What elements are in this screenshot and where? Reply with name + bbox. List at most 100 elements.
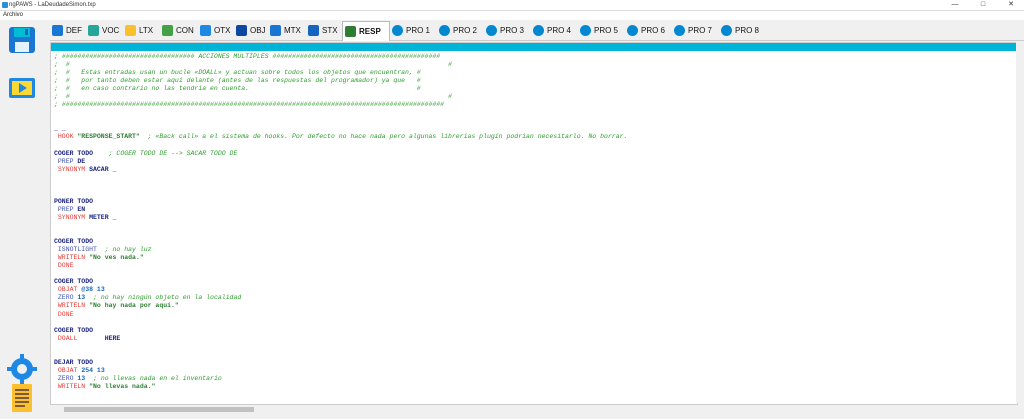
tab-pro-6[interactable]: PRO 6 [625, 22, 671, 38]
code-line: DONE [54, 311, 627, 319]
tab-pro-5[interactable]: PRO 5 [578, 22, 624, 38]
tab-label: OBJ [250, 25, 266, 35]
code-token: ; ################################## ACC… [54, 53, 441, 60]
gear-icon [721, 24, 732, 36]
tab-pro-2[interactable]: PRO 2 [437, 22, 483, 38]
code-line: DONE [54, 262, 627, 270]
tab-pro-7[interactable]: PRO 7 [672, 22, 718, 38]
window-title: ngPAWS - LaDeudadeSimon.txp [9, 2, 96, 8]
code-lines: ; ################################## ACC… [54, 53, 627, 391]
horizontal-scroll-thumb[interactable] [64, 407, 254, 412]
run-icon[interactable] [6, 72, 38, 104]
tab-def[interactable]: DEF [50, 22, 84, 38]
code-token: OBJAT [54, 286, 82, 294]
tab-stx[interactable]: STX [306, 22, 341, 38]
code-line: ; ################################## ACC… [54, 53, 627, 61]
close-button[interactable]: ✕ [1000, 0, 1022, 10]
tab-label: CON [176, 25, 194, 35]
tab-label: MTX [284, 25, 301, 35]
tab-label: PRO 4 [547, 25, 572, 35]
tab-label: OTX [214, 25, 231, 35]
code-token: EN [77, 205, 86, 213]
tab-mtx[interactable]: MTX [268, 22, 305, 38]
code-token: HERE [104, 334, 121, 342]
editor-accent-bar [51, 43, 1017, 51]
code-token: ; COGER TODO DE --> SACAR TODO DE [93, 149, 238, 157]
code-token: DONE [54, 310, 74, 318]
code-line: ISNOTLIGHT ; no hay luz [54, 246, 627, 254]
code-line: ; # # [54, 93, 627, 101]
code-line: ; # por tanto deben estar aqui delante (… [54, 77, 627, 85]
code-line: PREP DE [54, 158, 627, 166]
tab-label: LTX [139, 25, 154, 35]
code-line: OBJAT 254 13 [54, 367, 627, 375]
tab-ltx[interactable]: LTX [123, 22, 159, 38]
code-token: ; no llevas nada en el inventario [85, 374, 222, 382]
horizontal-scrollbar[interactable] [50, 404, 1016, 414]
code-token: WRITELN [54, 302, 90, 310]
code-line: SYNONYM METER _ [54, 214, 627, 222]
code-line: OBJAT @38 13 [54, 286, 627, 294]
code-token: ; # # [54, 61, 452, 69]
document-icon[interactable] [6, 382, 38, 414]
pen-icon [270, 24, 281, 36]
code-line: COGER TODO [54, 238, 627, 246]
globe-icon [162, 24, 173, 36]
code-token: ; # en caso contrario no las tendria en … [54, 85, 421, 93]
save-icon[interactable] [6, 24, 38, 56]
tab-resp[interactable]: RESP [342, 21, 390, 41]
code-line: WRITELN "No llevas nada." [54, 383, 627, 391]
code-token: DOALL [54, 334, 105, 342]
code-token: ; ######################################… [54, 101, 445, 109]
code-token: DONE [54, 262, 74, 270]
code-token: SYNONYM [54, 165, 90, 173]
code-line: SYNONYM SACAR _ [54, 166, 627, 174]
tab-label: PRO 1 [406, 25, 431, 35]
code-token: COGER TODO [54, 238, 94, 246]
code-token: COGER TODO [54, 326, 94, 334]
code-line: ZERO 13 ; no hay ningún objeto en la loc… [54, 294, 627, 302]
tab-con[interactable]: CON [160, 22, 197, 38]
tab-pro-4[interactable]: PRO 4 [531, 22, 577, 38]
code-token: "RESPONSE_START" [77, 133, 140, 141]
tab-label: PRO 5 [594, 25, 619, 35]
tab-otx[interactable]: OTX [198, 22, 233, 38]
menu-bar: Archivo [0, 11, 1024, 20]
code-token: SYNONYM [54, 213, 90, 221]
minimize-button[interactable]: — [944, 0, 966, 10]
code-line: ; # # [54, 61, 627, 69]
tab-label: STX [322, 25, 338, 35]
tab-pro-3[interactable]: PRO 3 [484, 22, 530, 38]
menu-archivo[interactable]: Archivo [3, 11, 23, 20]
tab-voc[interactable]: VOC [86, 22, 122, 38]
code-token: WRITELN [54, 382, 90, 390]
tab-label: VOC [102, 25, 120, 35]
tab-obj[interactable]: OBJ [234, 22, 267, 38]
gear-icon [627, 24, 638, 36]
tab-label: PRO 8 [735, 25, 760, 35]
tab-label: DEF [66, 25, 82, 35]
app-icon [2, 2, 8, 8]
tab-label: PRO 7 [688, 25, 713, 35]
code-editor[interactable]: ; ################################## ACC… [50, 42, 1018, 405]
book-icon [345, 26, 356, 37]
tab-pro-1[interactable]: PRO 1 [390, 22, 436, 38]
title-bar: ngPAWS - LaDeudadeSimon.txp — □ ✕ [0, 0, 1024, 11]
code-token: SACAR _ [89, 165, 117, 173]
tab-pro-8[interactable]: PRO 8 [719, 22, 765, 38]
settings-gear-icon[interactable] [6, 353, 38, 385]
gear-icon [486, 24, 497, 36]
picture-icon [125, 24, 136, 36]
tab-bar: DEF VOC LTX CON OTX OBJ MTX STX RESP PRO 1 PRO 2 PR… [50, 20, 1024, 41]
vertical-scrollbar[interactable] [1016, 42, 1024, 403]
tab-label: RESP [359, 27, 381, 36]
maximize-button[interactable]: □ [972, 0, 994, 10]
code-token: WRITELN [54, 254, 90, 262]
code-token: ; # Estas entradas usan un bucle «DOALL»… [54, 69, 421, 77]
